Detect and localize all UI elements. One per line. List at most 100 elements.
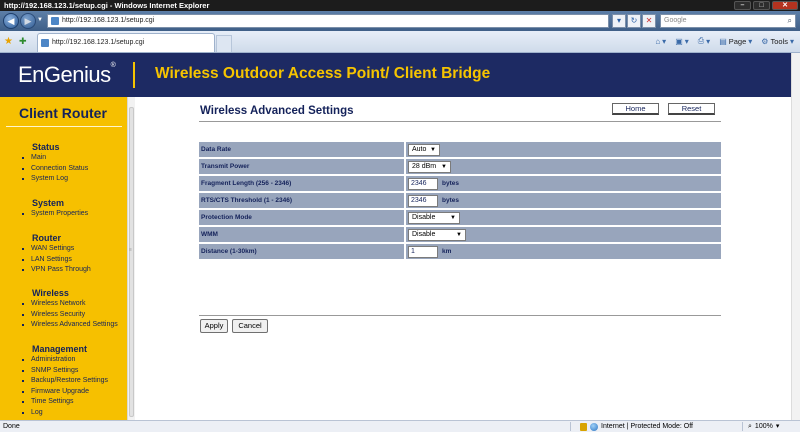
zone-text: Internet | Protected Mode: Off (601, 423, 693, 430)
favorites-star-icon[interactable]: ★ (4, 36, 13, 47)
page-menu[interactable]: ▤ Page ▾ (719, 36, 752, 46)
sidebar-item-wireless-network[interactable]: Wireless Network (0, 299, 127, 310)
security-zone[interactable]: Internet | Protected Mode: Off (580, 421, 693, 432)
distance-label: Distance (1-30km) (199, 244, 406, 259)
maximize-button[interactable]: □ (753, 1, 770, 10)
fragment-length-label: Fragment Length (256 - 2346) (199, 176, 406, 191)
feeds-command[interactable]: ▣ ▾ (675, 36, 689, 46)
apply-button[interactable]: Apply (200, 319, 228, 333)
sidebar-item-connection-status[interactable]: Connection Status (0, 164, 127, 175)
wmm-label: WMM (199, 227, 406, 242)
add-favorites-icon[interactable]: ✚ (19, 36, 27, 47)
print-command[interactable]: ⎙ ▾ (698, 36, 710, 46)
sidebar-section-system: System System Properties (0, 197, 127, 220)
refresh-icon[interactable]: ↻ (627, 14, 641, 28)
compatibility-icon[interactable]: ▾ (612, 14, 626, 28)
search-placeholder: Google (664, 17, 687, 24)
fragment-length-unit: bytes (442, 180, 459, 187)
sidebar-item-backup-restore-settings[interactable]: Backup/Restore Settings (0, 376, 127, 387)
status-separator (570, 422, 571, 431)
gear-icon: ⚙ (761, 36, 769, 46)
tools-menu[interactable]: ⚙ Tools ▾ (761, 36, 794, 46)
close-window-button[interactable]: ✕ (772, 1, 798, 10)
address-bar[interactable]: http://192.168.123.1/setup.cgi (47, 14, 609, 28)
sidebar-scroll-thumb[interactable] (129, 107, 134, 417)
settings-table: Data Rate Auto ▼ Transmit Power 28 dBm ▼ F… (199, 140, 721, 261)
zoom-control[interactable]: ⌕ 100% ▾ (748, 421, 779, 432)
search-icon[interactable]: ⌕ (788, 15, 792, 27)
sidebar-item-system-log[interactable]: System Log (0, 174, 127, 185)
rts-cts-threshold-input[interactable]: 2346 (408, 194, 438, 207)
back-arrow-icon: ◀ (7, 16, 15, 26)
sidebar-scrollbar[interactable]: ≡ (127, 97, 135, 420)
sidebar-item-wireless-security[interactable]: Wireless Security (0, 310, 127, 321)
transmit-power-select[interactable]: 28 dBm ▼ (408, 160, 451, 173)
distance-input[interactable]: 1 (408, 245, 438, 258)
page-icon (51, 17, 59, 25)
window-controls: – □ ✕ (734, 0, 798, 11)
sidebar-item-wan-settings[interactable]: WAN Settings (0, 244, 127, 255)
status-text: Done (3, 423, 20, 430)
sidebar-item-firmware-upgrade[interactable]: Firmware Upgrade (0, 387, 127, 398)
protected-mode-icon (580, 422, 587, 431)
sidebar-section-wireless: Wireless Wireless Network Wireless Secur… (0, 287, 127, 331)
sidebar-item-system-properties[interactable]: System Properties (0, 209, 127, 220)
zoom-icon: ⌕ (748, 423, 752, 430)
history-dropdown-icon[interactable]: ▼ (37, 17, 43, 23)
main-panel: Wireless Advanced Settings Home Reset Da… (150, 97, 800, 420)
sidebar-item-lan-settings[interactable]: LAN Settings (0, 255, 127, 266)
tab-bar: ★ ✚ http://192.168.123.1/setup.cgi ⌂ ▾ ▣ ▾… (0, 31, 800, 53)
page-scrollbar[interactable] (791, 53, 800, 420)
form-divider (199, 315, 721, 316)
data-rate-label: Data Rate (199, 142, 406, 157)
sidebar-item-main[interactable]: Main (0, 153, 127, 164)
sidebar-item-snmp-settings[interactable]: SNMP Settings (0, 366, 127, 377)
sidebar-item-administration[interactable]: Administration (0, 355, 127, 366)
section-heading-management: Management (32, 344, 88, 354)
stop-icon[interactable]: ✕ (642, 14, 656, 28)
chevron-down-icon: ▾ (775, 423, 780, 430)
sidebar: Client Router Status Main Connection Sta… (0, 97, 127, 420)
reset-button[interactable]: Reset (668, 103, 715, 115)
row-rts-cts-threshold: RTS/CTS Threshold (1 - 2346) 2346 bytes (199, 193, 721, 208)
search-input[interactable]: Google ⌕ (660, 14, 796, 28)
sidebar-item-vpn-pass-through[interactable]: VPN Pass Through (0, 265, 127, 276)
tab-title: http://192.168.123.1/setup.cgi (52, 39, 145, 46)
minimize-button[interactable]: – (734, 1, 751, 10)
sidebar-item-log[interactable]: Log (0, 408, 127, 419)
forward-button[interactable]: ▶ (20, 13, 36, 29)
sidebar-section-status: Status Main Connection Status System Log (0, 141, 127, 185)
fragment-length-input[interactable]: 2346 (408, 177, 438, 190)
sidebar-divider (6, 126, 122, 127)
home-command[interactable]: ⌂ ▾ (655, 36, 666, 46)
internet-zone-icon (590, 422, 598, 431)
window-title: http://192.168.123.1/setup.cgi - Windows… (4, 1, 210, 10)
engenius-logo: EnGenius® (18, 62, 116, 87)
section-heading-system: System (32, 198, 65, 208)
frame-resize-grip-icon: ≡ (129, 247, 132, 253)
section-heading-wireless: Wireless (32, 288, 69, 298)
distance-unit: km (442, 248, 452, 255)
tab-setup[interactable]: http://192.168.123.1/setup.cgi (37, 33, 215, 52)
row-transmit-power: Transmit Power 28 dBm ▼ (199, 159, 721, 174)
row-distance: Distance (1-30km) 1 km (199, 244, 721, 259)
home-button[interactable]: Home (612, 103, 659, 115)
window-title-bar: http://192.168.123.1/setup.cgi - Windows… (0, 0, 800, 11)
wmm-select[interactable]: Disable ▼ (408, 228, 466, 241)
back-button[interactable]: ◀ (3, 13, 19, 29)
protection-mode-select[interactable]: Disable ▼ (408, 211, 460, 224)
rts-cts-threshold-unit: bytes (442, 197, 459, 204)
row-protection-mode: Protection Mode Disable ▼ (199, 210, 721, 225)
sidebar-section-router: Router WAN Settings LAN Settings VPN Pas… (0, 232, 127, 276)
protection-mode-label: Protection Mode (199, 210, 406, 225)
print-icon: ⎙ (697, 36, 705, 45)
page-menu-label: Page (728, 36, 747, 46)
sidebar-item-wireless-advanced-settings[interactable]: Wireless Advanced Settings (0, 320, 127, 331)
banner-title: Wireless Outdoor Access Point/ Client Br… (155, 65, 491, 82)
page-viewport: EnGenius® Wireless Outdoor Access Point/… (0, 53, 800, 420)
cancel-button[interactable]: Cancel (232, 319, 268, 333)
data-rate-select[interactable]: Auto ▼ (408, 143, 440, 156)
chevron-down-icon: ▼ (430, 146, 436, 153)
sidebar-item-time-settings[interactable]: Time Settings (0, 397, 127, 408)
new-tab-button[interactable] (216, 35, 232, 52)
